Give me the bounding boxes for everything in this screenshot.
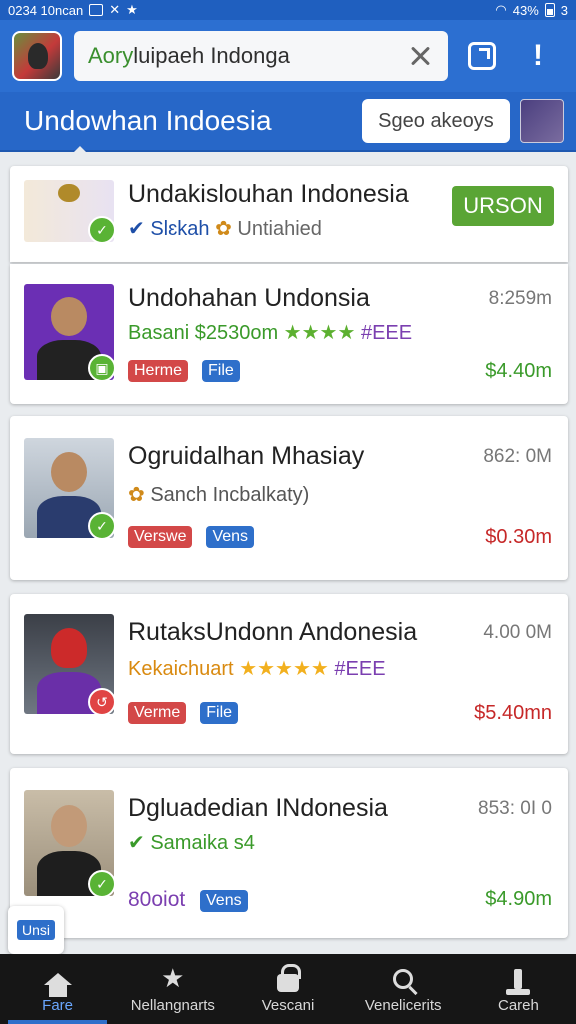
wifi-icon: ◠ xyxy=(495,2,507,17)
search-text-prefix: Aory xyxy=(88,43,134,68)
battery-icon xyxy=(544,3,555,17)
nav-item-careh[interactable]: Careh xyxy=(461,954,576,1024)
share-icon xyxy=(468,42,496,70)
tab-indicator xyxy=(74,146,86,152)
list-item[interactable]: ✓ Undakislouhan Indonesia ✔ Slɛkah ✿ Unt… xyxy=(10,166,568,262)
item-subtitle: Slɛkah xyxy=(150,218,210,240)
exclamation-icon: ! xyxy=(533,39,543,72)
status-time: 0234 10ncan xyxy=(8,2,84,18)
search-icon xyxy=(393,968,414,989)
nav-label: Venelicerits xyxy=(364,996,442,1014)
tag-label[interactable]: Herme xyxy=(128,360,189,382)
item-extra: 80oiot xyxy=(128,888,186,911)
chat-icon: ✓ xyxy=(88,512,116,540)
urson-button[interactable]: URSON xyxy=(452,186,554,226)
list-item[interactable]: ✓ Dgluadedian INdonesia ✔ Samaika s4 80o… xyxy=(10,768,568,938)
tag-label[interactable]: File xyxy=(200,702,239,724)
item-time: 4.00 0M xyxy=(483,622,552,643)
page-title: Undowhan Indoesia xyxy=(24,105,272,136)
item-code: #EEE xyxy=(360,322,413,344)
top-bar: Aoryluipaeh Indonga ! xyxy=(0,20,576,92)
signal-text: 3 xyxy=(560,2,568,18)
share-button[interactable] xyxy=(460,34,504,78)
item-price: $4.40m xyxy=(485,360,552,382)
floating-button-label: Unsi xyxy=(16,920,55,940)
search-input[interactable]: Aoryluipaeh Indonga xyxy=(88,43,406,69)
item-meta: Sanch Incbalkaty) xyxy=(150,484,310,506)
tag-label[interactable]: File xyxy=(202,360,240,382)
tag-label[interactable]: Verme xyxy=(128,702,187,724)
item-meta: Basani $2530om xyxy=(128,322,279,344)
mute-notification-icon: ✕ xyxy=(109,2,121,17)
battery-percent: 43% xyxy=(512,2,539,18)
item-thumbnail: ✓ xyxy=(24,790,116,898)
star-icon: ★ xyxy=(161,963,185,993)
item-title: Dgluadedian INdonesia xyxy=(128,794,388,822)
list-item[interactable]: ✓ Ogruidalhan Mhasiay ✿ Sanch Incbalkaty… xyxy=(10,416,568,580)
image-notification-icon xyxy=(89,4,104,16)
chat-icon: ✓ xyxy=(88,870,116,898)
item-thumbnail: ↺ xyxy=(24,614,116,716)
rating-stars: ★★★★ xyxy=(283,322,356,344)
item-title: Undakislouhan Indonesia xyxy=(128,180,409,208)
item-title: RutaksUndonn Andonesia xyxy=(128,618,418,646)
search-text-rest: luipaeh Indonga xyxy=(133,43,290,68)
tag-label[interactable]: Vens xyxy=(206,526,255,548)
item-title: Undohahan Undonsia xyxy=(128,284,370,312)
rating-stars: ★★★★★ xyxy=(239,658,329,680)
item-thumbnail: ✓ xyxy=(24,180,116,244)
item-meta: Kekaichuart xyxy=(128,658,234,680)
emblem-icon: ✿ xyxy=(128,484,145,506)
item-time: 853: 0I 0 xyxy=(478,798,552,819)
title-action-button[interactable]: Sgeo akeoys xyxy=(362,99,510,143)
item-thumbnail: ▣ xyxy=(24,284,116,382)
chat-icon: ↺ xyxy=(88,688,116,716)
star-notification-icon: ★ xyxy=(126,2,138,17)
item-thumbnail: ✓ xyxy=(24,438,116,540)
check-icon: ✔ xyxy=(128,832,145,854)
item-time: 8:259m xyxy=(488,288,552,309)
nav-label: Careh xyxy=(497,996,539,1014)
bottom-navigation: Fare ★ Nellangnarts Vescani Venelicerits… xyxy=(0,954,576,1024)
tag-label[interactable]: Vens xyxy=(200,890,248,912)
item-code: #EEE xyxy=(334,658,386,680)
emblem-icon: ✿ xyxy=(215,218,232,240)
clear-search-icon[interactable] xyxy=(406,42,434,70)
list-item[interactable]: ▣ Undohahan Undonsia Basani $2530om ★★★★… xyxy=(10,264,568,404)
item-meta: Samaika s4 xyxy=(150,832,255,854)
item-price: $5.40mn xyxy=(474,702,552,724)
app-logo-icon[interactable] xyxy=(12,31,62,81)
verified-icon: ✓ xyxy=(88,216,116,244)
nav-item-fare[interactable]: Fare xyxy=(0,954,115,1024)
nav-label: Fare xyxy=(42,996,74,1014)
item-title: Ogruidalhan Mhasiay xyxy=(128,442,365,470)
chat-icon: ▣ xyxy=(88,354,116,382)
nav-item-vescani[interactable]: Vescani xyxy=(230,954,345,1024)
item-price: $0.30m xyxy=(485,526,552,548)
nav-label: Vescani xyxy=(261,996,315,1014)
nav-item-venelicerits[interactable]: Venelicerits xyxy=(346,954,461,1024)
item-price: $4.90m xyxy=(485,888,552,910)
item-time: 862: 0M xyxy=(483,446,552,467)
search-field[interactable]: Aoryluipaeh Indonga xyxy=(74,31,448,81)
item-subtitle-2: Untiahied xyxy=(237,218,322,240)
download-icon xyxy=(506,968,531,995)
alert-button[interactable]: ! xyxy=(516,34,560,78)
tag-label[interactable]: Verswe xyxy=(128,526,193,548)
check-icon: ✔ xyxy=(128,218,145,240)
nav-label: Nellangnarts xyxy=(130,996,215,1014)
lock-icon xyxy=(277,963,301,992)
status-bar: 0234 10ncan ✕ ★ ◠ 43% 3 xyxy=(0,0,576,20)
title-bar: Undowhan Indoesia Sgeo akeoys xyxy=(0,92,576,152)
list-item[interactable]: ↺ RutaksUndonn Andonesia Kekaichuart ★★★… xyxy=(10,594,568,754)
floating-button[interactable]: Unsi xyxy=(8,906,64,954)
nav-item-nellangnarts[interactable]: ★ Nellangnarts xyxy=(115,954,230,1024)
home-icon xyxy=(43,972,72,997)
profile-thumbnail[interactable] xyxy=(520,99,564,143)
